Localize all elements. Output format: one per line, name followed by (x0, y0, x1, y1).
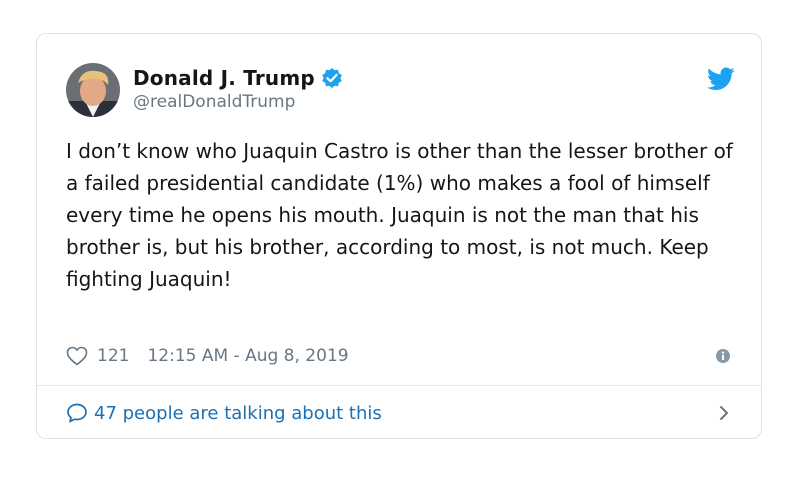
display-name[interactable]: Donald J. Trump (133, 66, 315, 90)
heart-icon[interactable] (66, 346, 88, 366)
handle[interactable]: @realDonaldTrump (133, 92, 343, 112)
timestamp[interactable]: 12:15 AM - Aug 8, 2019 (147, 346, 348, 366)
tweet-meta: 121 12:15 AM - Aug 8, 2019 (66, 343, 731, 369)
tweet-text: I don’t know who Juaquin Castro is other… (66, 139, 733, 291)
like-count[interactable]: 121 (97, 346, 129, 366)
speech-bubble-icon (66, 402, 88, 424)
divider (37, 385, 761, 386)
author-block[interactable]: Donald J. Trump @realDonaldTrump (133, 65, 343, 112)
tweet-card: Donald J. Trump @realDonaldTrump I don’t… (36, 33, 762, 439)
talking-count-label[interactable]: 47 people are talking about this (94, 403, 382, 424)
conversation-link[interactable]: 47 people are talking about this (66, 398, 731, 428)
info-icon[interactable] (715, 348, 731, 364)
avatar[interactable] (66, 63, 120, 117)
tweet-header: Donald J. Trump @realDonaldTrump (66, 63, 735, 117)
chevron-right-icon[interactable] (717, 404, 731, 422)
verified-badge-icon (321, 67, 343, 89)
twitter-bird-icon[interactable] (707, 67, 735, 91)
